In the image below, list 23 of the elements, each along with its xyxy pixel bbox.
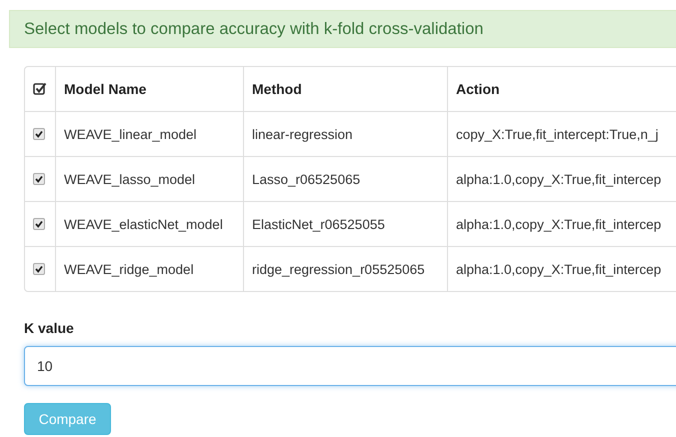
banner-text: Select models to compare accuracy with k-fold cross-validation	[24, 20, 484, 38]
table-cell: ridge_regression_r05525065	[252, 262, 425, 276]
table-cell: alpha:1.0,copy_X:True,fit_intercep	[456, 262, 662, 276]
table-cell: WEAVE_elasticNet_model	[64, 216, 223, 232]
table-cell: linear-regression	[252, 126, 353, 142]
input-field[interactable]: 10	[24, 346, 676, 386]
table-cell: WEAVE_lasso_model	[64, 172, 196, 186]
table-cell: alpha:1.0,copy_X:True,fit_intercep	[456, 172, 662, 186]
table-cell: ElasticNet_r06525055	[252, 216, 385, 232]
table-cell: WEAVE_ridge_model	[64, 262, 194, 276]
row-checkbox[interactable]	[33, 173, 45, 185]
row-checkbox[interactable]	[33, 218, 45, 230]
table-cell: WEAVE_linear_model	[64, 126, 197, 142]
column-header: Action	[456, 81, 500, 97]
table-cell: Lasso_r06525065	[252, 172, 360, 186]
select-all-checkbox[interactable]	[33, 82, 47, 96]
row-checkbox[interactable]	[33, 263, 45, 275]
column-header: Method	[252, 81, 302, 97]
row-checkbox[interactable]	[33, 128, 45, 140]
field-label: K value	[24, 320, 74, 336]
table-cell: copy_X:True,fit_intercept:True,n_j	[456, 126, 658, 142]
table-cell: alpha:1.0,copy_X:True,fit_intercep	[456, 216, 662, 232]
column-header: Model Name	[64, 81, 146, 97]
